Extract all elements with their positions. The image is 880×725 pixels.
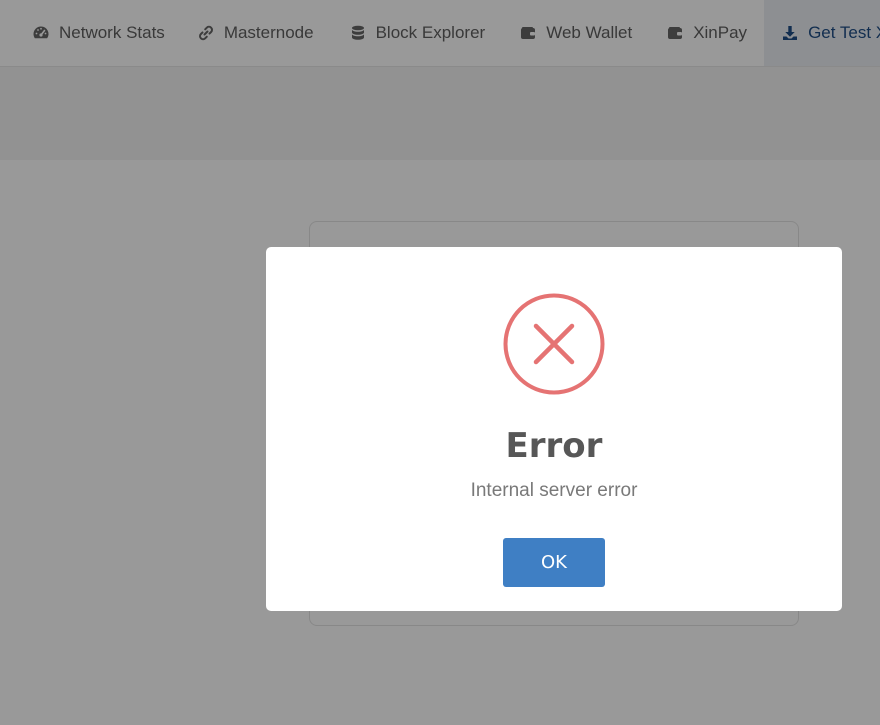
dialog-title: Error (505, 426, 603, 466)
error-dialog: Error Internal server error OK (266, 247, 842, 611)
ok-button[interactable]: OK (503, 538, 605, 587)
dialog-message: Internal server error (470, 480, 638, 501)
error-x-icon (503, 293, 605, 395)
